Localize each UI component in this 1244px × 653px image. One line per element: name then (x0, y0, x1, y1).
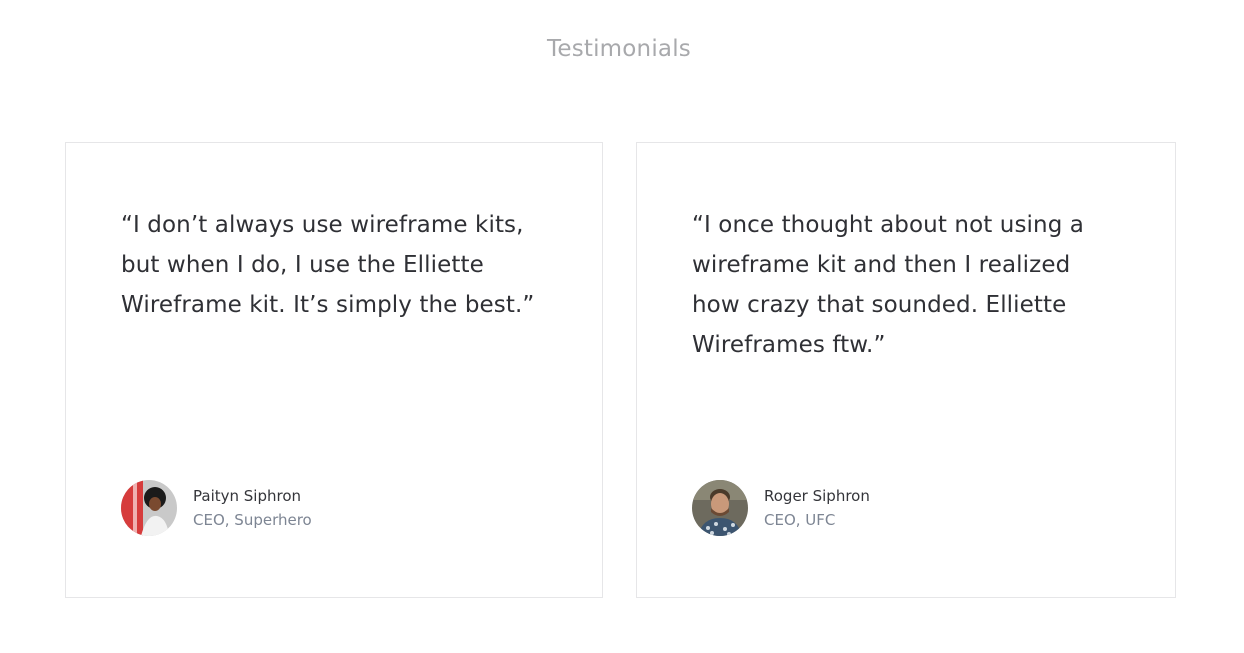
section-title: Testimonials (547, 36, 691, 62)
testimonial-card: “I don’t always use wireframe kits, but … (65, 142, 603, 598)
testimonial-quote: “I don’t always use wireframe kits, but … (121, 212, 535, 318)
author-name: Paityn Siphron (193, 487, 302, 505)
testimonial-author: Roger Siphron CEO, UFC (692, 480, 870, 536)
author-avatar (121, 480, 177, 536)
author-avatar (692, 480, 748, 536)
testimonial-quote: “I once thought about not using a wirefr… (692, 212, 1084, 358)
author-info: Roger Siphron CEO, UFC (764, 484, 870, 532)
man-portrait-icon (692, 480, 748, 536)
author-name: Roger Siphron (764, 487, 870, 505)
author-info: Paityn Siphron CEO, Superhero (193, 484, 312, 532)
author-role: CEO, UFC (764, 511, 836, 529)
woman-portrait-icon (121, 480, 177, 536)
testimonial-author: Paityn Siphron CEO, Superhero (121, 480, 312, 536)
author-role: CEO, Superhero (193, 511, 312, 529)
testimonial-card: “I once thought about not using a wirefr… (636, 142, 1176, 598)
